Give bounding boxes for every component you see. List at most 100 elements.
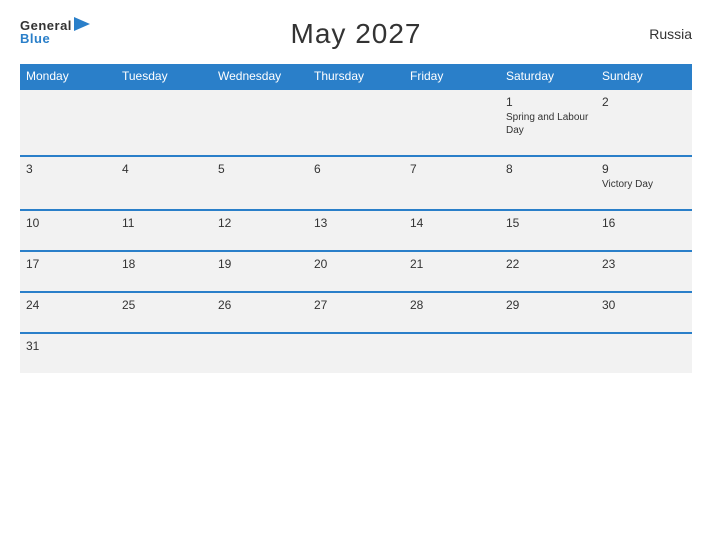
calendar-cell: 26 [212,292,308,333]
col-tuesday: Tuesday [116,64,212,89]
holiday-name: Spring and Labour Day [506,111,590,137]
logo-general-text: General [20,19,72,32]
calendar-cell: 1 Spring and Labour Day [500,89,596,156]
day-number: 22 [506,257,590,271]
calendar-cell [308,89,404,156]
day-number: 29 [506,298,590,312]
week-row-1: 1 Spring and Labour Day 2 [20,89,692,156]
day-number: 13 [314,216,398,230]
col-thursday: Thursday [308,64,404,89]
calendar-cell: 16 [596,210,692,251]
calendar-cell: 15 [500,210,596,251]
week-row-4: 17 18 19 20 21 22 23 [20,251,692,292]
calendar-cell: 17 [20,251,116,292]
day-number: 3 [26,162,110,176]
col-wednesday: Wednesday [212,64,308,89]
calendar-cell [212,333,308,373]
week-row-5: 24 25 26 27 28 29 30 [20,292,692,333]
calendar-cell [404,89,500,156]
logo-flag-icon [74,17,90,31]
calendar-cell: 3 [20,156,116,210]
col-friday: Friday [404,64,500,89]
calendar-cell: 31 [20,333,116,373]
month-title: May 2027 [291,18,422,50]
day-number: 28 [410,298,494,312]
day-number: 8 [506,162,590,176]
week-row-6: 31 [20,333,692,373]
day-number: 5 [218,162,302,176]
day-number: 10 [26,216,110,230]
calendar-page: General Blue May 2027 Russia Monday Tues… [0,0,712,550]
calendar-cell: 25 [116,292,212,333]
calendar-cell: 12 [212,210,308,251]
day-number: 12 [218,216,302,230]
calendar-cell: 5 [212,156,308,210]
day-number: 17 [26,257,110,271]
day-number: 16 [602,216,686,230]
calendar-cell: 18 [116,251,212,292]
day-number: 27 [314,298,398,312]
calendar-cell: 28 [404,292,500,333]
day-number: 24 [26,298,110,312]
day-number: 30 [602,298,686,312]
col-sunday: Sunday [596,64,692,89]
calendar-cell [500,333,596,373]
col-monday: Monday [20,64,116,89]
calendar-cell: 27 [308,292,404,333]
calendar-cell: 9 Victory Day [596,156,692,210]
day-number: 21 [410,257,494,271]
day-number: 7 [410,162,494,176]
col-saturday: Saturday [500,64,596,89]
calendar-cell: 23 [596,251,692,292]
day-number: 25 [122,298,206,312]
calendar-cell: 20 [308,251,404,292]
calendar-cell: 14 [404,210,500,251]
day-number: 1 [506,95,590,109]
calendar-cell: 10 [20,210,116,251]
calendar-cell [212,89,308,156]
week-row-2: 3456789 Victory Day [20,156,692,210]
calendar-cell: 24 [20,292,116,333]
day-number: 20 [314,257,398,271]
calendar-cell: 4 [116,156,212,210]
calendar-cell: 19 [212,251,308,292]
calendar-cell [596,333,692,373]
calendar-cell [116,333,212,373]
calendar-header: General Blue May 2027 Russia [20,18,692,50]
holiday-name: Victory Day [602,178,686,191]
day-number: 23 [602,257,686,271]
day-header-row: Monday Tuesday Wednesday Thursday Friday… [20,64,692,89]
calendar-cell: 22 [500,251,596,292]
calendar-cell [404,333,500,373]
calendar-cell: 21 [404,251,500,292]
calendar-cell: 29 [500,292,596,333]
calendar-table: Monday Tuesday Wednesday Thursday Friday… [20,64,692,373]
day-number: 9 [602,162,686,176]
calendar-cell [308,333,404,373]
calendar-cell: 11 [116,210,212,251]
calendar-cell [20,89,116,156]
calendar-cell: 2 [596,89,692,156]
day-number: 26 [218,298,302,312]
calendar-cell: 6 [308,156,404,210]
day-number: 4 [122,162,206,176]
day-number: 2 [602,95,686,109]
calendar-cell: 7 [404,156,500,210]
calendar-cell: 13 [308,210,404,251]
calendar-thead: Monday Tuesday Wednesday Thursday Friday… [20,64,692,89]
calendar-body: 1Spring and Labour Day23456789Victory Da… [20,89,692,373]
day-number: 11 [122,216,206,230]
day-number: 31 [26,339,110,353]
week-row-3: 10 11 12 13 14 15 16 [20,210,692,251]
day-number: 15 [506,216,590,230]
logo: General Blue [20,18,90,45]
day-number: 14 [410,216,494,230]
calendar-cell [116,89,212,156]
logo-blue-text: Blue [20,32,90,45]
day-number: 6 [314,162,398,176]
calendar-cell: 8 [500,156,596,210]
day-number: 18 [122,257,206,271]
country-label: Russia [649,26,692,42]
day-number: 19 [218,257,302,271]
calendar-cell: 30 [596,292,692,333]
